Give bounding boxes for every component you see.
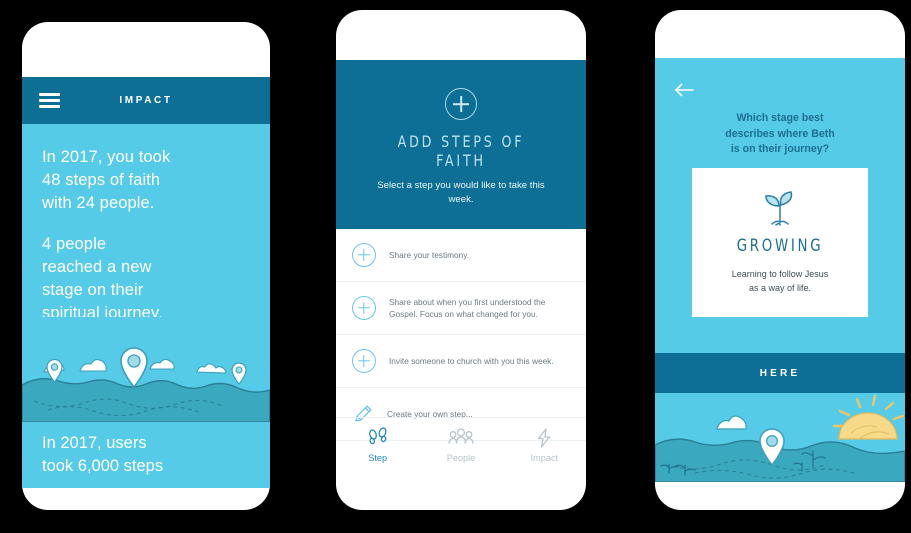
plus-circle-icon: [352, 296, 376, 320]
add-steps-screen: ADD STEPS OF FAITH Select a step you wou…: [336, 60, 586, 480]
impact-topbar: IMPACT: [22, 77, 270, 124]
stage-card[interactable]: GROWING Learning to follow Jesus as a wa…: [692, 168, 868, 317]
steps-list: Share your testimony. Share about when y…: [336, 229, 586, 441]
plus-circle-icon: [352, 349, 376, 373]
phone-add-steps-screen: ADD STEPS OF FAITH Select a step you wou…: [336, 10, 586, 510]
stage-select-screen: Which stage best describes where Beth is…: [655, 58, 905, 482]
add-steps-hero: ADD STEPS OF FAITH Select a step you wou…: [336, 60, 586, 229]
tab-label: Impact: [530, 453, 559, 463]
footprints-icon: [368, 427, 387, 445]
stage-card-body: GROWING Learning to follow Jesus as a wa…: [692, 168, 868, 317]
impact-footer-stat: In 2017, users took 6,000 steps: [42, 434, 164, 475]
mockup-stage: IMPACT In 2017, you took 48 steps of fai…: [0, 0, 911, 533]
stage-question: Which stage best describes where Beth is…: [725, 112, 835, 155]
lightning-bolt-icon: [538, 428, 551, 448]
tab-people[interactable]: People: [419, 418, 502, 480]
tab-step[interactable]: Step: [336, 418, 419, 480]
step-label: Share your testimony.: [389, 250, 470, 260]
list-item[interactable]: Invite someone to church with you this w…: [336, 335, 586, 388]
hills-shape: [22, 378, 270, 422]
step-label: Invite someone to church with you this w…: [389, 356, 554, 366]
hero-title: ADD STEPS OF FAITH: [397, 132, 525, 170]
impact-paragraph-2: 4 people reached a new stage on their sp…: [42, 235, 163, 322]
stage-description: Learning to follow Jesus as a way of lif…: [731, 269, 829, 293]
tab-label: People: [446, 453, 476, 463]
tab-impact[interactable]: Impact: [503, 418, 586, 480]
bottom-tab-bar: Step People Impact: [336, 417, 586, 480]
people-icon: [448, 428, 474, 444]
here-button[interactable]: HERE: [677, 353, 883, 393]
list-item[interactable]: Share about when you first understood th…: [336, 282, 586, 335]
journey-landscape-illustration: [22, 317, 270, 422]
phone-stage-select-screen: Which stage best describes where Beth is…: [655, 10, 905, 510]
plus-circle-icon: [352, 243, 376, 267]
tab-label: Step: [368, 453, 388, 463]
stage-title: GROWING: [736, 236, 824, 255]
hero-subtitle: Select a step you would like to take thi…: [377, 180, 545, 205]
plus-circle-icon[interactable]: [445, 88, 477, 120]
step-label: Share about when you first understood th…: [389, 297, 546, 319]
back-arrow-icon[interactable]: [673, 82, 695, 98]
impact-paragraph-1: In 2017, you took 48 steps of faith with…: [42, 148, 171, 212]
sunrise-landscape-illustration: [655, 393, 905, 482]
phone-impact-screen: IMPACT In 2017, you took 48 steps of fai…: [22, 22, 270, 510]
hamburger-icon[interactable]: [39, 93, 60, 108]
sprout-icon: [765, 191, 793, 226]
list-item[interactable]: Share your testimony.: [336, 229, 586, 282]
impact-screen: IMPACT In 2017, you took 48 steps of fai…: [22, 77, 270, 488]
impact-body: In 2017, you took 48 steps of faith with…: [22, 124, 270, 325]
